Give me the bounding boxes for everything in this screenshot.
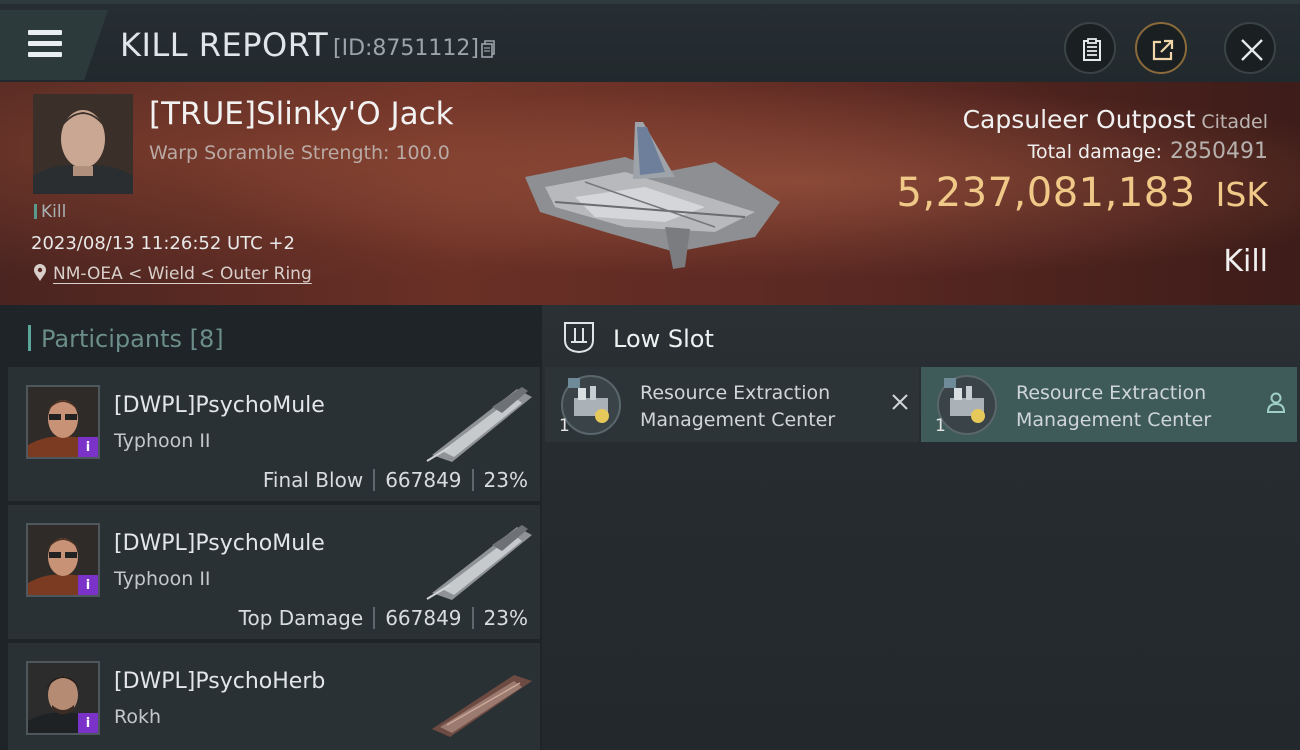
participant-card[interactable]: i [DWPL]PsychoMule Typhoon II Top Damage… [8,505,540,639]
participant-avatar[interactable]: i [26,523,100,597]
low-slot-title: Low Slot [613,325,714,353]
clipboard-icon [1083,38,1101,61]
copy-icon[interactable] [481,40,495,58]
participant-avatar[interactable]: i [26,661,100,735]
module-name: Resource Extraction Management Center [1016,382,1212,431]
participants-count: [8] [189,325,224,353]
kill-tag: Kill [34,202,66,222]
ship-image [426,525,532,600]
module-count: 1 [935,416,946,436]
share-button[interactable] [1135,22,1187,74]
participant-name[interactable]: [DWPL]PsychoMule [114,393,325,418]
participant-ship: Rokh [114,706,162,728]
ship-image [432,675,532,737]
location-pin-icon [34,264,46,281]
participants-panel: Participants [8] i [DWPL]PsychoMule Typh… [0,305,542,750]
warp-scramble-strength: Warp Soramble Strength: 100.0 [149,142,450,164]
participant-badge-icon: i [78,713,98,733]
structure-image [525,122,780,269]
ship-image [426,387,532,462]
participant-ship: Typhoon II [114,430,211,452]
participant-damage: 667849 [385,606,462,630]
module-item-dropped[interactable]: 1 Resource Extraction Management Center [921,367,1297,442]
kill-marker-icon [34,204,37,219]
total-damage-value: 2850491 [1170,139,1268,164]
participant-percent: 23% [483,606,528,630]
clipboard-button[interactable] [1064,22,1116,74]
module-name: Resource Extraction Management Center [640,382,836,431]
pilot-avatar-icon [33,94,133,194]
participant-badge-icon: i [78,575,98,595]
isk-unit: ISK [1215,175,1268,214]
page-title: KILL REPORT [120,26,329,64]
low-slot-icon [564,322,594,354]
participant-ship: Typhoon II [114,568,211,590]
location-link[interactable]: NM-OEA < Wield < Outer Ring [53,264,312,284]
participant-badge-icon: i [78,437,98,457]
low-slot-panel: Low Slot 1 Resource Extraction Managemen… [542,305,1300,750]
kill-id: [ID:8751112] [333,36,479,61]
close-icon [892,394,908,410]
top-bar: KILL REPORT [ID:8751112] [0,0,1300,82]
participant-name[interactable]: [DWPL]PsychoMule [114,531,325,556]
isk-value: 5,237,081,183 ISK [896,170,1268,216]
participant-card[interactable]: i [DWPL]PsychoMule Typhoon II Final Blow… [8,367,540,501]
participant-card[interactable]: i [DWPL]PsychoHerb Rokh [8,643,540,750]
module-count: 1 [559,416,570,436]
participant-stats: Top Damage 667849 23% [239,606,528,630]
share-icon [1152,39,1174,61]
close-button[interactable] [1224,22,1276,74]
close-icon [1241,39,1263,61]
participant-name[interactable]: [DWPL]PsychoHerb [114,669,325,694]
participant-damage: 667849 [385,468,462,492]
section-marker-icon [28,325,31,351]
participants-header: Participants [8] [28,325,224,353]
kill-datetime: 2023/08/13 11:26:52 UTC +2 [31,233,295,254]
module-item-destroyed[interactable]: 1 Resource Extraction Management Center [545,367,919,442]
result-label: Kill [1223,244,1268,279]
participant-stats: Final Blow 667849 23% [263,468,528,492]
person-icon [1266,392,1286,413]
total-damage: Total damage: 2850491 [1027,139,1268,164]
participant-role: Final Blow [262,468,364,492]
participant-role: Top Damage [238,606,364,630]
menu-button[interactable] [0,10,108,80]
structure-name: Capsuleer Outpost Citadel [962,105,1268,134]
participant-percent: 23% [483,468,528,492]
kill-location[interactable]: NM-OEA < Wield < Outer Ring [33,264,312,284]
victim-portrait[interactable] [33,94,133,194]
victim-name[interactable]: [TRUE]Slinky'O Jack [149,96,454,132]
structure-class: Citadel [1201,111,1268,133]
participant-avatar[interactable]: i [26,385,100,459]
victim-banner: [TRUE]Slinky'O Jack Warp Soramble Streng… [0,82,1300,305]
